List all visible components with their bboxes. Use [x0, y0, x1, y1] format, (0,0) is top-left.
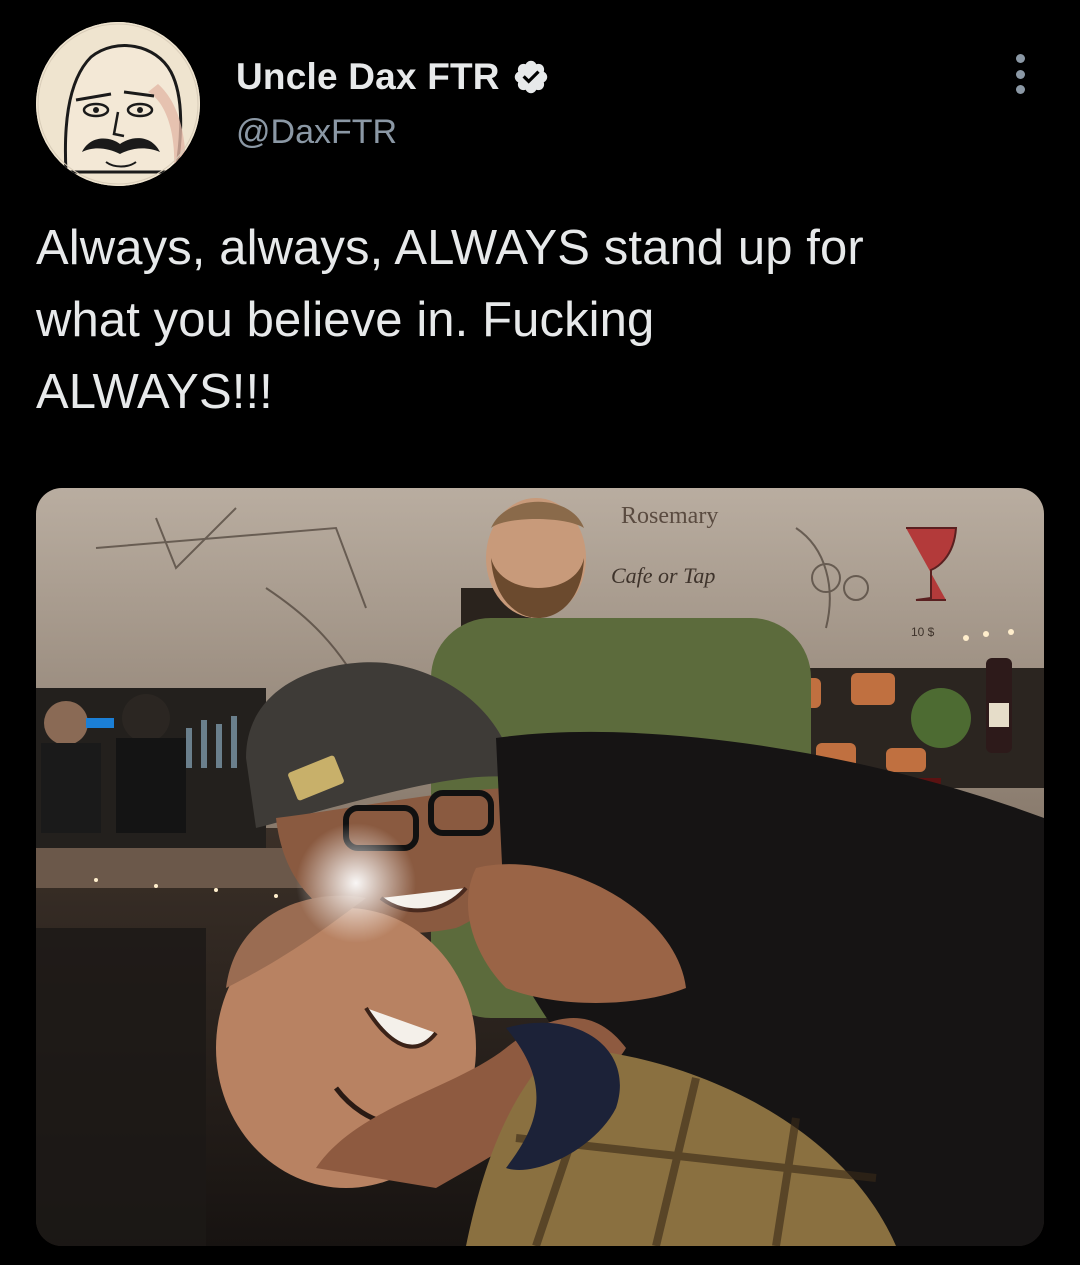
photo-illustration: Rosemary Cafe or Tap 10 $	[36, 488, 1044, 1246]
tweet-text: Always, always, ALWAYS stand up for what…	[36, 221, 864, 419]
more-dot	[1015, 69, 1025, 79]
more-dot	[1015, 85, 1025, 94]
author-handle[interactable]: @DaxFTR	[236, 113, 397, 152]
wall-script-text: Cafe or Tap	[611, 563, 715, 588]
more-options-icon[interactable]	[1002, 48, 1038, 100]
price-tag-text: 10 $	[911, 625, 935, 639]
avatar[interactable]	[36, 22, 200, 186]
verified-badge-icon	[512, 58, 550, 96]
author-name-row[interactable]: Uncle Dax FTR	[236, 52, 550, 102]
tweet-photo[interactable]: Rosemary Cafe or Tap 10 $	[36, 488, 1044, 1246]
more-dot	[1015, 54, 1025, 63]
cartoon-bald-mustache-avatar-icon	[36, 22, 200, 186]
display-name[interactable]: Uncle Dax FTR	[236, 56, 500, 98]
wall-sign-text: Rosemary	[621, 503, 718, 529]
